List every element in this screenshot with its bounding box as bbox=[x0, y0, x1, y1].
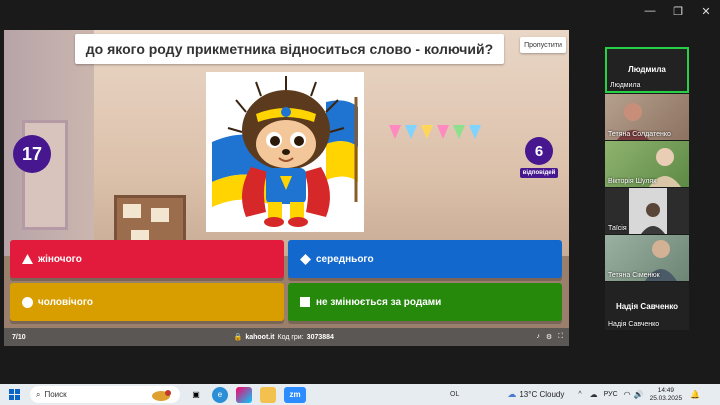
participant-tile[interactable]: Надія Савченко Надія Савченко bbox=[605, 282, 689, 330]
participant-name: Людмила bbox=[628, 65, 666, 74]
diamond-icon bbox=[294, 253, 316, 265]
participant-name: Тетяна Солдатенко bbox=[608, 131, 671, 138]
task-view-icon[interactable]: ▣ bbox=[188, 387, 204, 403]
ol-label: OL bbox=[450, 391, 460, 398]
footer-controls: ♪ ⚙ ⛶ bbox=[536, 333, 563, 341]
answer-label: чоловічого bbox=[38, 296, 93, 308]
participant-tile[interactable]: Тетяна Солдатенко bbox=[605, 94, 689, 140]
answers-label: відповідей bbox=[520, 168, 558, 178]
participant-tile[interactable]: Тетяна Сіменюк bbox=[605, 235, 689, 281]
participant-tile-active[interactable]: Людмила Людмила bbox=[605, 47, 689, 93]
answers-count: 6 bbox=[525, 137, 553, 165]
search-icon: ⌕ bbox=[36, 389, 41, 399]
copilot-icon[interactable] bbox=[236, 386, 252, 403]
quiz-footer: 7/10 🔒 kahoot.it Код гри: 3073884 ♪ ⚙ ⛶ bbox=[4, 328, 569, 346]
participant-name: Таїсія bbox=[608, 225, 627, 232]
answer-button-3[interactable]: чоловічого bbox=[10, 283, 284, 321]
skip-button[interactable]: Пропустити bbox=[520, 37, 566, 53]
search-box[interactable]: ⌕ Поиск bbox=[30, 386, 180, 403]
notification-icon[interactable]: 🔔 bbox=[690, 390, 700, 399]
game-pin: 3073884 bbox=[306, 333, 334, 341]
answer-label: середнього bbox=[316, 253, 374, 265]
window-controls: — ❐ ✕ bbox=[636, 0, 720, 22]
participant-name: Тетяна Сіменюк bbox=[608, 272, 660, 279]
zoom-icon[interactable]: zm bbox=[284, 386, 306, 403]
minimize-button[interactable]: — bbox=[636, 0, 664, 22]
participant-caption: Надія Савченко bbox=[608, 321, 660, 328]
language-indicator[interactable]: РУС bbox=[604, 391, 618, 398]
participant-name: Вікторія Шуляк bbox=[608, 178, 657, 185]
answer-label: не змінюється за родами bbox=[316, 296, 442, 308]
answer-button-2[interactable]: середнього bbox=[288, 240, 562, 278]
answer-label: жіночого bbox=[38, 253, 82, 265]
weather-text[interactable]: 13°C Cloudy bbox=[519, 390, 564, 399]
participant-caption: Людмила bbox=[610, 82, 641, 89]
windows-start-icon[interactable] bbox=[6, 387, 22, 403]
shared-screen: до якого роду прикметника відноситься сл… bbox=[4, 30, 569, 346]
question-image bbox=[206, 72, 364, 232]
participant-name: Надія Савченко bbox=[615, 302, 679, 311]
square-icon bbox=[294, 297, 316, 307]
settings-icon[interactable]: ⚙ bbox=[546, 333, 552, 341]
edge-icon[interactable]: e bbox=[212, 386, 228, 403]
clock-date: 25.03.2025 bbox=[649, 394, 683, 402]
clock[interactable]: 14:49 25.03.2025 bbox=[650, 387, 683, 403]
question-progress: 7/10 bbox=[12, 333, 26, 341]
question-title: до якого роду прикметника відноситься сл… bbox=[75, 34, 504, 64]
tray-chevron-icon[interactable]: ^ bbox=[578, 391, 581, 398]
maximize-button[interactable]: ❐ bbox=[664, 0, 692, 22]
fullscreen-icon[interactable]: ⛶ bbox=[558, 333, 563, 341]
bunting-flags bbox=[389, 125, 499, 145]
site-name: kahoot.it bbox=[245, 333, 275, 341]
clock-time: 14:49 bbox=[657, 386, 675, 394]
game-info: 🔒 kahoot.it Код гри: 3073884 bbox=[233, 333, 334, 342]
timer-counter: 17 bbox=[13, 135, 51, 173]
triangle-icon bbox=[16, 254, 38, 264]
onedrive-icon[interactable]: ☁ bbox=[590, 390, 598, 399]
volume-icon[interactable]: 🔊 bbox=[634, 390, 644, 399]
lock-icon: 🔒 bbox=[233, 334, 243, 341]
bird-icon bbox=[152, 389, 171, 401]
search-placeholder: Поиск bbox=[44, 390, 67, 399]
weather-icon: ☁ bbox=[507, 389, 517, 399]
hedgehog-illustration bbox=[206, 72, 364, 232]
answer-button-4[interactable]: не змінюється за родами bbox=[288, 283, 562, 321]
answer-button-1[interactable]: жіночого bbox=[10, 240, 284, 278]
wifi-icon[interactable]: ◠ bbox=[624, 390, 631, 399]
circle-icon bbox=[16, 296, 38, 308]
pin-label: Код гри: bbox=[277, 333, 304, 341]
mute-icon[interactable]: ♪ bbox=[536, 333, 540, 341]
close-button[interactable]: ✕ bbox=[692, 0, 720, 22]
taskbar: ⌕ Поиск ▣ e zm OL ☁ 13°C Cloudy ^ ☁ РУС … bbox=[0, 384, 720, 405]
participant-tile[interactable]: Вікторія Шуляк bbox=[605, 141, 689, 187]
participant-tile[interactable]: Таїсія bbox=[605, 188, 689, 234]
explorer-icon[interactable] bbox=[260, 386, 276, 403]
